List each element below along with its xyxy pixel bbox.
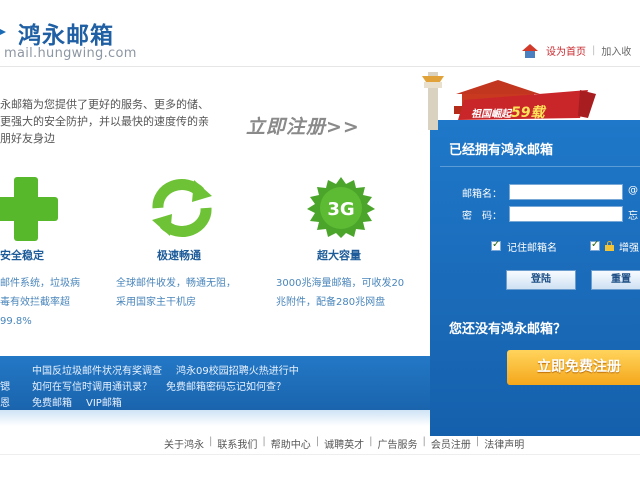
- header: 鸿永邮箱 mail.hungwing.com 设为首页 | 加入收: [0, 0, 640, 66]
- banner-slogan: 祖国崛起: [471, 109, 511, 120]
- news-bullet: [0, 362, 18, 377]
- news-row: 中国反垃圾邮件状况有奖调查 鸿永09校园招聘火热进行中: [0, 362, 313, 377]
- top-separator: |: [592, 45, 596, 56]
- login-divider: [440, 166, 640, 167]
- forgot-password-link[interactable]: 忘: [628, 207, 638, 222]
- logo-title[interactable]: 鸿永邮箱: [18, 16, 114, 50]
- footer-separator: |: [315, 436, 320, 447]
- plus-icon: [0, 177, 58, 241]
- footer-link-help[interactable]: 帮助中心: [271, 436, 311, 451]
- footer-divider: [0, 454, 640, 455]
- footer-links: 关于鸿永 | 联系我们 | 帮助中心 | 诚聘英才 | 广告服务 | 会员注册 …: [164, 436, 524, 451]
- no-account-text: 您还没有鸿永邮箱？: [449, 322, 567, 337]
- remember-checkbox[interactable]: [491, 239, 501, 251]
- secure-label: 增强: [619, 243, 639, 254]
- footer-separator: |: [422, 436, 426, 447]
- username-suffix: @: [628, 185, 638, 196]
- feature-title-speed: 极速畅通: [157, 249, 201, 262]
- login-title: 已经拥有鸿永邮箱: [449, 143, 554, 158]
- add-favorite-link[interactable]: 加入收: [601, 43, 631, 58]
- footer-link-about[interactable]: 关于鸿永: [164, 436, 204, 451]
- banner-years: 59载: [511, 105, 545, 121]
- secure-checkbox[interactable]: [590, 239, 600, 251]
- news-band: 中国反垃圾邮件状况有奖调查 鸿永09校园招聘火热进行中 锶 如何在写信时调用通讯…: [0, 356, 432, 410]
- 3g-badge-label: 3G: [327, 199, 354, 220]
- news-link[interactable]: 如何在写信时调用通讯录？: [32, 378, 152, 393]
- set-home-link[interactable]: 设为首页: [546, 43, 586, 58]
- free-register-button[interactable]: 立即免费注册: [507, 350, 640, 385]
- login-button[interactable]: 登陆: [506, 270, 576, 290]
- footer-link-legal[interactable]: 法律声明: [484, 436, 524, 451]
- username-label: 邮箱名：: [462, 189, 502, 200]
- intro-text: 永邮箱为您提供了更好的服务、更多的储、更强大的安全防护，并以最快的速度传的亲朋好…: [0, 98, 209, 145]
- feature-desc-capacity: 3000兆海量邮箱，可收发20兆附件，配备280兆网盘: [276, 278, 405, 308]
- news-link[interactable]: 免费邮箱密码忘记如何查？: [166, 378, 286, 393]
- username-input[interactable]: [509, 184, 623, 200]
- news-row: 恩 免费邮箱 VIP邮箱: [0, 394, 136, 409]
- feature-title-security: 安全稳定: [0, 249, 44, 262]
- 3g-badge-icon: 3G: [307, 177, 375, 238]
- footer-separator: |: [262, 436, 266, 447]
- refresh-icon: [152, 179, 212, 237]
- news-bullet: 恩: [0, 398, 10, 409]
- feature-desc-speed: 全球邮件收发，畅通无阻，采用国家主干机房: [116, 278, 236, 308]
- feature-desc-security: 邮件系统，垃圾病毒有效拦截率超99.8%: [0, 278, 80, 327]
- password-input[interactable]: [509, 206, 623, 222]
- news-bullet: 锶: [0, 382, 10, 393]
- remember-label: 记住邮箱名: [507, 243, 557, 254]
- footer-separator: |: [475, 436, 480, 447]
- home-icon: [522, 43, 538, 58]
- footer-separator: |: [209, 436, 213, 447]
- news-link[interactable]: VIP邮箱: [86, 394, 122, 409]
- footer-link-jobs[interactable]: 诚聘英才: [324, 436, 364, 451]
- password-label: 密 码：: [462, 211, 502, 222]
- feature-title-capacity: 超大容量: [317, 249, 361, 262]
- footer-separator: |: [369, 436, 373, 447]
- banner-text: 祖国崛起59载: [471, 102, 544, 122]
- footer-link-register[interactable]: 会员注册: [431, 436, 471, 451]
- register-link[interactable]: 立即注册>>: [246, 112, 360, 139]
- logo-mark-icon: [0, 26, 6, 38]
- header-divider: [0, 66, 640, 67]
- news-link[interactable]: 鸿永09校园招聘火热进行中: [176, 362, 299, 377]
- news-link[interactable]: 免费邮箱: [32, 394, 72, 409]
- footer-link-ads[interactable]: 广告服务: [378, 436, 418, 451]
- reset-button[interactable]: 重置: [591, 270, 640, 290]
- news-link[interactable]: 中国反垃圾邮件状况有奖调查: [32, 362, 162, 377]
- footer-link-contact[interactable]: 联系我们: [217, 436, 257, 451]
- top-links: 设为首页 | 加入收: [522, 43, 631, 58]
- news-row: 锶 如何在写信时调用通讯录？ 免费邮箱密码忘记如何查？: [0, 378, 300, 393]
- lock-icon: [605, 241, 614, 251]
- logo-domain: mail.hungwing.com: [4, 46, 137, 61]
